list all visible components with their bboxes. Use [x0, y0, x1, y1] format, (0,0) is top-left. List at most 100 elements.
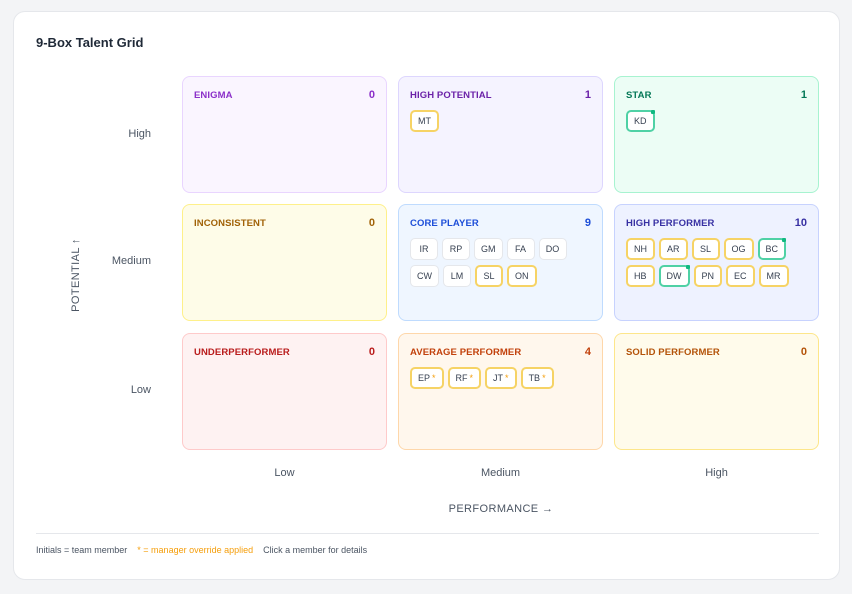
box-header: SOLID PERFORMER 0 — [626, 345, 807, 359]
box-count: 0 — [368, 89, 375, 101]
member-chip[interactable]: MT — [410, 110, 439, 132]
member-initials: DO — [545, 244, 560, 254]
box-header: AVERAGE PERFORMER 4 — [410, 345, 591, 359]
member-chip[interactable]: OG — [723, 238, 754, 260]
member-chip[interactable]: BC — [757, 238, 787, 260]
member-list: NH AR SL OG BC HB DW PN EC MR — [626, 238, 810, 287]
box-count: 9 — [584, 217, 591, 229]
legend-details: Click a member for details — [263, 545, 368, 555]
x-axis-label: PERFORMANCE → — [448, 503, 554, 515]
member-chip[interactable]: HB — [626, 265, 655, 287]
box-name: INCONSISTENT — [194, 217, 266, 229]
member-initials: SL — [483, 271, 495, 281]
override-marker: * — [505, 373, 509, 383]
member-chip[interactable]: IR — [410, 238, 438, 260]
box-name: CORE PLAYER — [410, 217, 479, 229]
override-marker: * — [542, 373, 546, 383]
member-initials: JT — [493, 373, 504, 383]
box-count: 0 — [368, 346, 375, 358]
legend: Initials = team member * = manager overr… — [36, 545, 367, 555]
member-initials: IR — [419, 244, 429, 254]
box-count: 10 — [794, 217, 807, 229]
member-chip[interactable]: NH — [626, 238, 655, 260]
member-chip[interactable]: TB * — [520, 367, 554, 389]
member-chip[interactable]: FA — [506, 238, 535, 260]
box-average-performer: AVERAGE PERFORMER 4 EP * RF * JT * TB * — [398, 333, 603, 450]
box-solid-performer: SOLID PERFORMER 0 — [614, 333, 819, 450]
box-name: ENIGMA — [194, 89, 233, 101]
member-chip[interactable]: RF * — [447, 367, 482, 389]
member-chip[interactable]: EC — [726, 265, 755, 287]
member-initials: BC — [765, 244, 779, 254]
member-initials: PN — [701, 271, 715, 281]
member-chip[interactable]: SL — [475, 265, 503, 287]
divider — [36, 533, 819, 534]
member-chip[interactable]: GM — [474, 238, 503, 260]
row-label-low: Low — [130, 384, 151, 396]
box-high-performer: HIGH PERFORMER 10 NH AR SL OG BC HB DW PN EC MR — [614, 204, 819, 321]
box-count: 1 — [800, 89, 807, 101]
member-initials: HB — [634, 271, 647, 281]
member-chip[interactable]: LM — [443, 265, 471, 287]
member-chip[interactable]: RP — [442, 238, 470, 260]
member-chip[interactable]: JT * — [485, 367, 517, 389]
box-enigma: ENIGMA 0 — [182, 76, 387, 193]
override-marker: * — [432, 373, 436, 383]
member-initials: MR — [766, 271, 781, 281]
box-name: SOLID PERFORMER — [626, 346, 720, 358]
member-chip[interactable]: SL — [691, 238, 720, 260]
member-initials: SL — [700, 244, 712, 254]
override-marker: * — [469, 373, 474, 383]
box-name: HIGH PERFORMER — [626, 217, 715, 229]
member-initials: GM — [481, 244, 496, 254]
member-chip[interactable]: PN — [693, 265, 723, 287]
member-initials: FA — [514, 244, 526, 254]
member-chip[interactable]: EP * — [410, 367, 444, 389]
member-initials: EP — [418, 373, 431, 383]
member-chip[interactable]: DO — [538, 238, 567, 260]
member-initials: OG — [731, 244, 746, 254]
box-name: STAR — [626, 89, 652, 101]
box-underperformer: UNDERPERFORMER 0 — [182, 333, 387, 450]
talent-grid-card: 9-Box Talent Grid POTENTIAL ↑ High Mediu… — [13, 11, 840, 580]
col-label-medium: Medium — [480, 467, 521, 479]
member-initials: ON — [515, 271, 529, 281]
member-initials: AR — [667, 244, 680, 254]
box-header: UNDERPERFORMER 0 — [194, 345, 375, 359]
box-core-player: CORE PLAYER 9 IR RP GM FA DO CW LM SL ON — [398, 204, 603, 321]
legend-override: * = manager override applied — [137, 545, 254, 555]
box-count: 0 — [368, 217, 375, 229]
member-chip[interactable]: CW — [410, 265, 439, 287]
box-header: STAR 1 — [626, 88, 807, 102]
member-initials: CW — [417, 271, 432, 281]
member-list: MT — [410, 110, 594, 132]
box-count: 1 — [584, 89, 591, 101]
member-chip[interactable]: ON — [507, 265, 537, 287]
member-list: KD — [626, 110, 810, 132]
box-name: HIGH POTENTIAL — [410, 89, 492, 101]
box-header: CORE PLAYER 9 — [410, 216, 591, 230]
member-chip[interactable]: KD — [626, 110, 655, 132]
col-label-high: High — [705, 467, 728, 479]
box-header: HIGH PERFORMER 10 — [626, 216, 807, 230]
box-inconsistent: INCONSISTENT 0 — [182, 204, 387, 321]
box-high-potential: HIGH POTENTIAL 1 MT — [398, 76, 603, 193]
member-initials: TB — [528, 373, 541, 383]
row-label-medium: Medium — [111, 255, 151, 267]
col-label-low: Low — [274, 467, 295, 479]
member-initials: EC — [734, 271, 747, 281]
member-initials: DW — [666, 271, 682, 281]
member-initials: MT — [418, 116, 431, 126]
member-chip[interactable]: MR — [758, 265, 789, 287]
member-chip[interactable]: AR — [659, 238, 688, 260]
member-list: IR RP GM FA DO CW LM SL ON — [410, 238, 594, 287]
page-title: 9-Box Talent Grid — [36, 35, 144, 50]
box-header: ENIGMA 0 — [194, 88, 375, 102]
member-list: EP * RF * JT * TB * — [410, 367, 594, 389]
box-count: 4 — [584, 346, 591, 358]
box-name: AVERAGE PERFORMER — [410, 346, 522, 358]
box-header: HIGH POTENTIAL 1 — [410, 88, 591, 102]
member-initials: NH — [634, 244, 647, 254]
member-chip[interactable]: DW — [658, 265, 690, 287]
member-initials: RF — [455, 373, 468, 383]
